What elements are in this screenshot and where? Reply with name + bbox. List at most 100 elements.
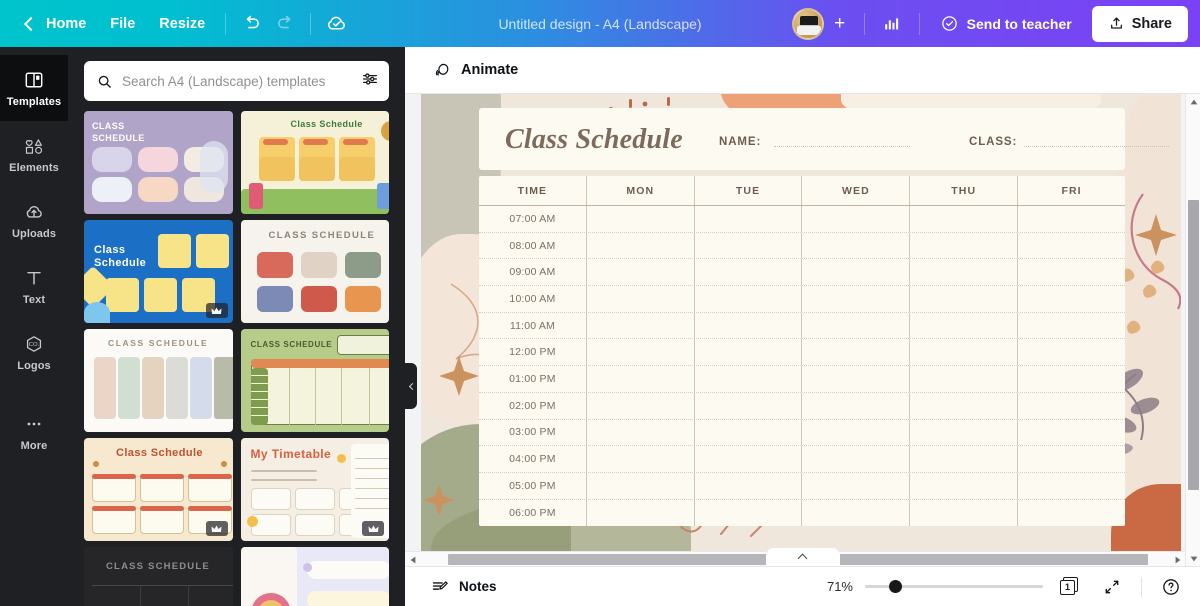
cell-tue[interactable] (695, 499, 803, 527)
cell-fri[interactable] (1018, 393, 1125, 419)
cell-fri[interactable] (1018, 206, 1125, 232)
sidebar-item-logos[interactable]: CO. Logos (0, 319, 68, 385)
file-menu-button[interactable]: File (98, 8, 147, 40)
search-input[interactable] (122, 73, 352, 89)
cell-wed[interactable] (802, 339, 911, 366)
fullscreen-button[interactable] (1097, 573, 1127, 601)
scroll-up-button[interactable] (1186, 94, 1200, 109)
canvas-area[interactable]: Class Schedule NAME: CLASS: TIME MON TUE… (405, 94, 1200, 566)
scroll-right-button[interactable] (1170, 552, 1185, 566)
cell-mon[interactable] (587, 392, 695, 419)
table-row[interactable]: 11:00 AM (479, 312, 1125, 340)
cell-fri[interactable] (1018, 313, 1125, 339)
cell-thu[interactable] (910, 286, 1019, 312)
cell-mon[interactable] (587, 232, 695, 259)
insights-button[interactable] (875, 7, 909, 41)
cell-thu[interactable] (910, 499, 1019, 527)
cell-wed[interactable] (802, 312, 911, 339)
notes-button[interactable]: Notes (423, 573, 505, 601)
cell-wed[interactable] (802, 499, 911, 527)
cell-thu[interactable] (910, 472, 1019, 499)
table-row[interactable]: 05:00 PM (479, 472, 1125, 500)
cloud-saved-button[interactable] (319, 7, 353, 41)
cell-thu[interactable] (910, 259, 1019, 286)
cell-wed[interactable] (802, 392, 911, 419)
cell-tue[interactable] (695, 286, 803, 312)
cell-thu[interactable] (910, 206, 1019, 232)
cell-tue[interactable] (695, 312, 803, 339)
cell-wed[interactable] (802, 472, 911, 499)
send-to-teacher-button[interactable]: Send to teacher (930, 7, 1084, 41)
cell-mon[interactable] (587, 286, 695, 312)
cell-thu[interactable] (910, 312, 1019, 339)
template-card[interactable]: CLASS SCHEDULE (84, 111, 233, 214)
cell-tue[interactable] (695, 472, 803, 499)
table-row[interactable]: 10:00 AM (479, 286, 1125, 313)
avatar[interactable] (791, 7, 824, 40)
table-row[interactable]: 01:00 PM (479, 366, 1125, 393)
sidebar-item-templates[interactable]: Templates (0, 55, 68, 121)
cell-tue[interactable] (695, 259, 803, 286)
schedule-table[interactable]: TIME MON TUE WED THU FRI 07:00 AM 08:00 … (479, 176, 1125, 527)
sidebar-item-uploads[interactable]: Uploads (0, 187, 68, 253)
table-row[interactable]: 06:00 PM (479, 499, 1125, 527)
add-collaborator-button[interactable]: + (826, 10, 854, 38)
cell-tue[interactable] (695, 446, 803, 472)
template-card[interactable]: Class Schedule (84, 220, 233, 323)
sidebar-item-more[interactable]: More (0, 399, 68, 465)
cell-tue[interactable] (695, 206, 803, 232)
template-card[interactable]: CLASS SCHEDULE (84, 329, 233, 432)
cell-wed[interactable] (802, 446, 911, 472)
template-card[interactable]: CLASS SCHEDULE (240, 329, 389, 432)
cell-fri[interactable] (1018, 366, 1125, 392)
sidebar-item-elements[interactable]: Elements (0, 121, 68, 187)
cell-thu[interactable] (910, 232, 1019, 259)
template-card[interactable]: My Timetable (240, 438, 389, 541)
scroll-down-button[interactable] (1186, 551, 1200, 566)
cell-mon[interactable] (587, 259, 695, 286)
cell-wed[interactable] (802, 286, 911, 312)
cell-mon[interactable] (587, 366, 695, 392)
class-field-line[interactable] (1024, 146, 1169, 147)
design-title[interactable]: Untitled design - A4 (Landscape) (488, 11, 711, 37)
cell-thu[interactable] (910, 339, 1019, 366)
cell-tue[interactable] (695, 366, 803, 392)
template-card[interactable]: CLASS SCHEDULE (84, 547, 233, 606)
cell-mon[interactable] (587, 446, 695, 472)
filters-icon[interactable] (361, 70, 379, 93)
design-page[interactable]: Class Schedule NAME: CLASS: TIME MON TUE… (421, 94, 1181, 556)
cell-wed[interactable] (802, 206, 911, 232)
help-button[interactable] (1156, 573, 1186, 601)
cell-mon[interactable] (587, 472, 695, 499)
scroll-left-button[interactable] (405, 552, 420, 566)
cell-fri[interactable] (1018, 233, 1125, 259)
cell-thu[interactable] (910, 392, 1019, 419)
table-row[interactable]: 03:00 PM (479, 419, 1125, 447)
cell-wed[interactable] (802, 366, 911, 392)
table-row[interactable]: 09:00 AM (479, 259, 1125, 287)
redo-button[interactable] (268, 7, 302, 41)
cell-tue[interactable] (695, 339, 803, 366)
cell-thu[interactable] (910, 446, 1019, 472)
pages-button[interactable]: 1 (1055, 573, 1085, 601)
name-field-line[interactable] (774, 146, 910, 147)
cell-mon[interactable] (587, 312, 695, 339)
zoom-percent[interactable]: 71% (819, 579, 853, 594)
cell-fri[interactable] (1018, 446, 1125, 472)
animate-button[interactable]: Animate (423, 54, 528, 86)
resize-button[interactable]: Resize (147, 8, 217, 40)
cell-mon[interactable] (587, 419, 695, 446)
cell-fri[interactable] (1018, 500, 1125, 527)
cell-fri[interactable] (1018, 286, 1125, 312)
table-row[interactable]: 12:00 PM (479, 339, 1125, 367)
table-row[interactable]: 04:00 PM (479, 446, 1125, 473)
zoom-slider[interactable] (865, 580, 1043, 594)
share-button[interactable]: Share (1091, 5, 1188, 42)
expand-pages-tab[interactable] (765, 548, 840, 566)
vertical-scroll-thumb[interactable] (1188, 200, 1199, 490)
cell-fri[interactable] (1018, 473, 1125, 499)
template-card[interactable]: Class Schedule (84, 438, 233, 541)
cell-fri[interactable] (1018, 259, 1125, 285)
cell-tue[interactable] (695, 392, 803, 419)
sidebar-item-text[interactable]: Text (0, 253, 68, 319)
